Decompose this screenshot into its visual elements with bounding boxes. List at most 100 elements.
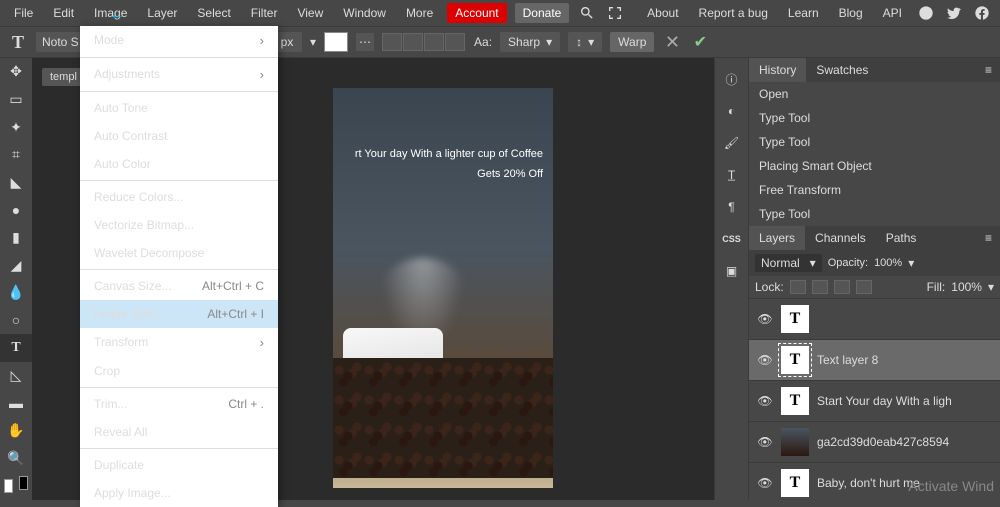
layer-row[interactable]: 👁 T xyxy=(749,298,1000,339)
shape-tool[interactable]: ▬ xyxy=(0,390,32,418)
history-item[interactable]: Free Transform xyxy=(749,178,1000,202)
menu-item-mode[interactable]: Mode xyxy=(80,26,278,55)
pen-tool[interactable]: ○ xyxy=(0,307,32,335)
blend-mode-select[interactable]: Normal▾ xyxy=(755,254,822,272)
visibility-icon[interactable]: 👁 xyxy=(757,476,773,490)
opacity-value[interactable]: 100% xyxy=(874,257,902,269)
menu-filter[interactable]: Filter xyxy=(241,2,288,24)
more-options-icon[interactable]: ⋯ xyxy=(356,33,374,51)
visibility-icon[interactable]: 👁 xyxy=(757,312,773,326)
visibility-icon[interactable]: 👁 xyxy=(757,394,773,408)
visibility-icon[interactable]: 👁 xyxy=(757,353,773,367)
reddit-icon[interactable] xyxy=(917,4,935,22)
history-item[interactable]: Type Tool xyxy=(749,202,1000,226)
menu-select[interactable]: Select xyxy=(187,2,240,24)
character-panel-icon[interactable]: T̲ xyxy=(721,164,743,186)
layer-name[interactable]: Start Your day With a ligh xyxy=(817,394,992,408)
menu-more[interactable]: More xyxy=(396,2,443,24)
menu-item-adjustments[interactable]: Adjustments xyxy=(80,60,278,89)
info-panel-icon[interactable]: ⓘ xyxy=(721,68,743,90)
color-swatches[interactable] xyxy=(0,472,32,500)
commit-icon[interactable]: ✔ xyxy=(690,32,710,52)
align-right-button[interactable] xyxy=(424,33,444,51)
path-tool[interactable]: ◺ xyxy=(0,362,32,390)
align-justify-button[interactable] xyxy=(445,33,465,51)
tab-layers[interactable]: Layers xyxy=(749,226,805,250)
history-item[interactable]: Open xyxy=(749,82,1000,106)
lock-pixels-button[interactable] xyxy=(812,280,828,294)
cancel-icon[interactable]: ✕ xyxy=(662,32,682,53)
adjust-panel-icon[interactable]: ◐ xyxy=(721,100,743,122)
lock-transparency-button[interactable] xyxy=(790,280,806,294)
tab-channels[interactable]: Channels xyxy=(805,226,876,250)
menu-item-canvas-size[interactable]: Canvas Size...Alt+Ctrl + C xyxy=(80,272,278,300)
link-report-bug[interactable]: Report a bug xyxy=(689,2,778,24)
hand-tool[interactable]: ✋ xyxy=(0,417,32,445)
lock-all-button[interactable] xyxy=(856,280,872,294)
history-item[interactable]: Type Tool xyxy=(749,106,1000,130)
zoom-tool[interactable]: 🔍 xyxy=(0,445,32,473)
link-learn[interactable]: Learn xyxy=(778,2,829,24)
twitter-icon[interactable] xyxy=(945,4,963,22)
link-about[interactable]: About xyxy=(637,2,688,24)
wand-tool[interactable]: ✦ xyxy=(0,113,32,141)
text-color-swatch[interactable] xyxy=(324,32,348,52)
menu-item-trim[interactable]: Trim...Ctrl + . xyxy=(80,390,278,418)
link-blog[interactable]: Blog xyxy=(829,2,873,24)
link-api[interactable]: API xyxy=(873,2,912,24)
menu-layer[interactable]: Layer xyxy=(137,2,187,24)
paragraph-panel-icon[interactable]: ¶ xyxy=(721,196,743,218)
tab-paths[interactable]: Paths xyxy=(876,226,927,250)
layer-row[interactable]: 👁 ga2cd39d0eab427c8594 xyxy=(749,421,1000,462)
eyedropper-tool[interactable]: ◣ xyxy=(0,169,32,197)
menu-view[interactable]: View xyxy=(287,2,333,24)
image-panel-icon[interactable]: ▣ xyxy=(721,260,743,282)
menu-item-transform[interactable]: Transform xyxy=(80,328,278,357)
tab-swatches[interactable]: Swatches xyxy=(806,58,878,82)
blur-tool[interactable]: 💧 xyxy=(0,279,32,307)
fill-value[interactable]: 100% xyxy=(951,280,982,294)
font-family-select[interactable]: Noto S xyxy=(36,32,86,52)
menu-edit[interactable]: Edit xyxy=(43,2,84,24)
brush-panel-icon[interactable]: 🖌 xyxy=(721,132,743,154)
chevron-down-icon[interactable]: ▾ xyxy=(310,35,316,49)
css-panel-icon[interactable]: CSS xyxy=(721,228,743,250)
layer-name[interactable]: Text layer 8 xyxy=(817,353,992,367)
panel-menu-icon[interactable]: ≡ xyxy=(977,63,1000,77)
align-left-button[interactable] xyxy=(382,33,402,51)
brush-tool[interactable]: ● xyxy=(0,196,32,224)
panel-menu-icon[interactable]: ≡ xyxy=(977,231,1000,245)
menu-item-image-size[interactable]: Image Size...Alt+Ctrl + I xyxy=(80,300,278,328)
lock-position-button[interactable] xyxy=(834,280,850,294)
menu-window[interactable]: Window xyxy=(333,2,396,24)
history-item[interactable]: Placing Smart Object xyxy=(749,154,1000,178)
layer-row[interactable]: 👁 T Start Your day With a ligh xyxy=(749,380,1000,421)
menu-item-duplicate[interactable]: Duplicate xyxy=(80,451,278,479)
search-icon[interactable] xyxy=(578,4,596,22)
move-tool[interactable]: ✥ xyxy=(0,58,32,86)
eraser-tool[interactable]: ◢ xyxy=(0,251,32,279)
facebook-icon[interactable] xyxy=(973,4,991,22)
layer-row[interactable]: 👁 T Text layer 8 xyxy=(749,339,1000,380)
document-tab[interactable]: templ xyxy=(42,68,85,86)
align-center-button[interactable] xyxy=(403,33,423,51)
account-button[interactable]: Account xyxy=(447,3,506,23)
chevron-down-icon[interactable]: ▾ xyxy=(908,256,914,270)
layer-name[interactable]: ga2cd39d0eab427c8594 xyxy=(817,435,992,449)
tab-history[interactable]: History xyxy=(749,58,806,82)
marquee-tool[interactable]: ▭ xyxy=(0,86,32,114)
antialias-select[interactable]: Sharp▾ xyxy=(500,32,560,52)
donate-button[interactable]: Donate xyxy=(515,3,570,23)
warp-button[interactable]: Warp xyxy=(610,32,654,52)
fullscreen-icon[interactable] xyxy=(606,4,624,22)
clone-tool[interactable]: ▮ xyxy=(0,224,32,252)
canvas[interactable]: rt Your day With a lighter cup of Coffee… xyxy=(333,88,553,488)
type-tool[interactable]: T xyxy=(0,334,32,362)
menu-file[interactable]: File xyxy=(4,2,43,24)
menu-item-reveal-all[interactable]: Reveal All xyxy=(80,418,278,446)
chevron-down-icon[interactable]: ▾ xyxy=(988,280,994,294)
visibility-icon[interactable]: 👁 xyxy=(757,435,773,449)
crop-tool[interactable]: ⌗ xyxy=(0,141,32,169)
history-item[interactable]: Type Tool xyxy=(749,130,1000,154)
text-direction-select[interactable]: ↕▾ xyxy=(568,32,602,52)
